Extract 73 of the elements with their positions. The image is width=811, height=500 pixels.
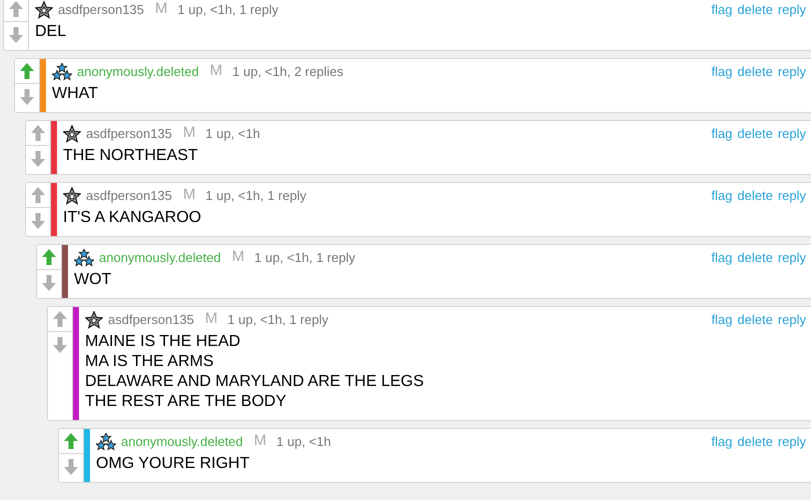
upvote-icon[interactable] bbox=[53, 311, 67, 327]
star-icon bbox=[63, 124, 81, 142]
downvote-icon[interactable] bbox=[9, 26, 23, 42]
comment-text: OMG YOURE RIGHT bbox=[96, 454, 250, 474]
upvote-icon[interactable] bbox=[9, 1, 23, 17]
comment-meta: 1 up, <1h, 1 reply bbox=[228, 310, 328, 329]
upvote-icon[interactable] bbox=[31, 187, 45, 203]
comment-meta: 1 up, <1h, 1 reply bbox=[178, 0, 278, 19]
comment-text: WHAT bbox=[52, 84, 99, 104]
mod-mark: M bbox=[254, 431, 266, 452]
action-link[interactable]: reply bbox=[778, 310, 806, 330]
action-link[interactable]: delete bbox=[737, 186, 773, 206]
three-stars-icon bbox=[96, 432, 116, 450]
three-stars-icon bbox=[74, 248, 94, 266]
three-stars-icon bbox=[52, 62, 72, 80]
mod-mark: M bbox=[183, 185, 196, 206]
comment-text: MA IS THE ARMS bbox=[85, 352, 215, 372]
mod-mark: M bbox=[232, 247, 244, 268]
comment-text: DELAWARE AND MARYLAND ARE THE LEGS bbox=[85, 372, 425, 392]
downvote-icon[interactable] bbox=[31, 212, 45, 228]
mod-mark: M bbox=[183, 123, 196, 144]
comment-meta: 1 up, <1h bbox=[206, 124, 260, 143]
action-link[interactable]: flag bbox=[711, 62, 732, 82]
comment-text: WOT bbox=[74, 270, 112, 290]
star-icon bbox=[63, 186, 81, 204]
comment-text: THE NORTHEAST bbox=[63, 146, 199, 166]
username[interactable]: anonymously.deleted bbox=[77, 62, 199, 82]
star-icon bbox=[35, 0, 53, 18]
comment-meta: 1 up, <1h, 2 replies bbox=[232, 62, 344, 81]
downvote-icon[interactable] bbox=[42, 274, 56, 290]
upvote-icon[interactable] bbox=[64, 433, 78, 449]
comment-meta: 1 up, <1h, 1 reply bbox=[254, 248, 356, 267]
action-link[interactable]: flag bbox=[711, 432, 732, 452]
username[interactable]: asdfperson135 bbox=[86, 186, 172, 206]
upvote-icon[interactable] bbox=[31, 125, 45, 141]
action-link[interactable]: delete bbox=[737, 0, 773, 20]
mod-mark: M bbox=[210, 61, 222, 82]
action-link[interactable]: flag bbox=[711, 0, 732, 20]
comment-text: DEL bbox=[35, 22, 68, 42]
comment-meta: 1 up, <1h bbox=[276, 432, 331, 451]
downvote-icon[interactable] bbox=[64, 458, 78, 474]
downvote-icon[interactable] bbox=[31, 150, 45, 166]
action-link[interactable]: flag bbox=[711, 248, 732, 268]
username[interactable]: anonymously.deleted bbox=[121, 432, 243, 452]
mod-mark: M bbox=[205, 309, 218, 330]
action-link[interactable]: flag bbox=[711, 124, 732, 144]
comment-text: IT'S A KANGAROO bbox=[63, 208, 202, 228]
action-link[interactable]: reply bbox=[778, 124, 806, 144]
action-link[interactable]: delete bbox=[737, 124, 773, 144]
action-link[interactable]: flag bbox=[711, 186, 732, 206]
downvote-icon[interactable] bbox=[53, 336, 67, 352]
action-link[interactable]: reply bbox=[778, 0, 806, 20]
action-link[interactable]: reply bbox=[778, 248, 806, 268]
action-link[interactable]: delete bbox=[737, 310, 773, 330]
username[interactable]: asdfperson135 bbox=[108, 310, 194, 330]
action-link[interactable]: delete bbox=[737, 432, 773, 452]
username[interactable]: asdfperson135 bbox=[86, 124, 172, 144]
comment-meta: 1 up, <1h, 1 reply bbox=[206, 186, 306, 205]
mod-mark: M bbox=[155, 0, 168, 20]
action-link[interactable]: reply bbox=[778, 186, 806, 206]
action-link[interactable]: reply bbox=[778, 432, 806, 452]
username[interactable]: asdfperson135 bbox=[58, 0, 144, 20]
action-link[interactable]: flag bbox=[711, 310, 732, 330]
action-link[interactable]: delete bbox=[737, 62, 773, 82]
star-icon bbox=[85, 310, 103, 328]
comment-text: THE REST ARE THE BODY bbox=[85, 392, 288, 412]
action-link[interactable]: reply bbox=[778, 62, 806, 82]
upvote-icon[interactable] bbox=[42, 249, 56, 265]
upvote-icon[interactable] bbox=[20, 63, 34, 79]
username[interactable]: anonymously.deleted bbox=[99, 248, 221, 268]
comment-text: MAINE IS THE HEAD bbox=[85, 332, 242, 352]
downvote-icon[interactable] bbox=[20, 88, 34, 104]
action-link[interactable]: delete bbox=[737, 248, 773, 268]
